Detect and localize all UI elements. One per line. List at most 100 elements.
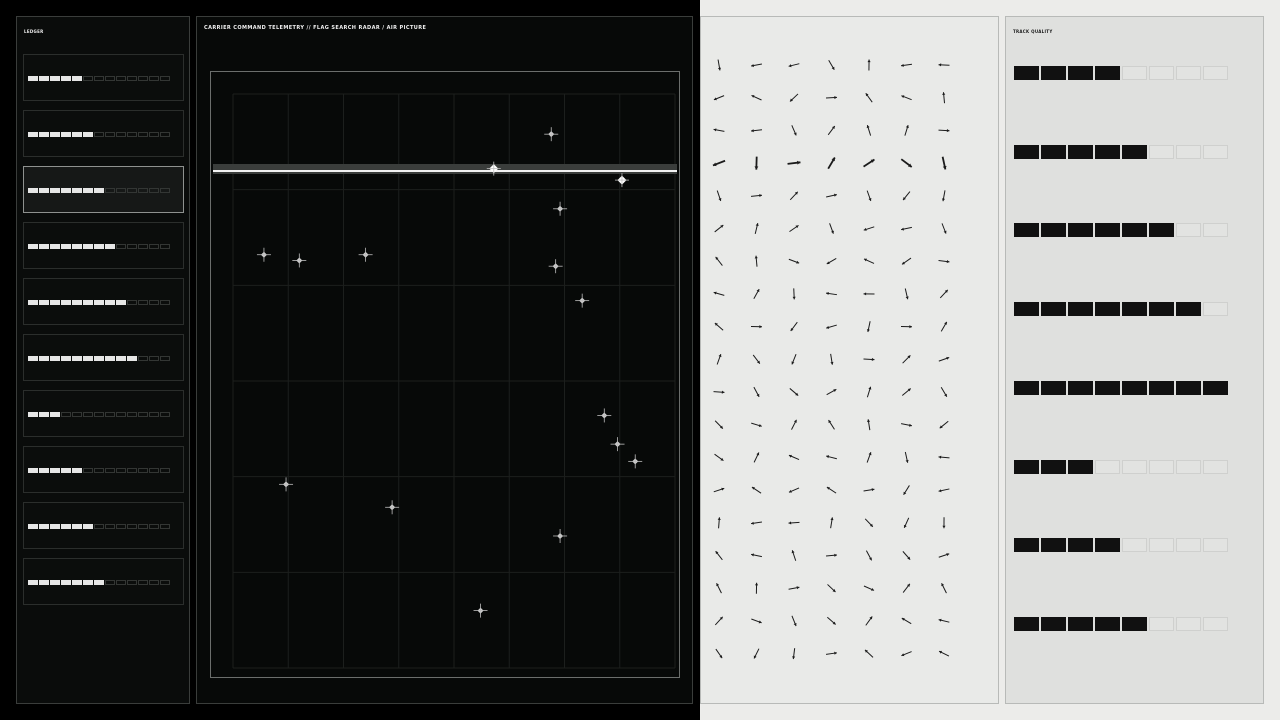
- ledger-card[interactable]: [23, 334, 184, 381]
- ledger-bar-segment: [50, 244, 60, 249]
- vector-arrow: [866, 124, 872, 136]
- vector-arrow: [791, 615, 797, 627]
- quality-cell: [1122, 144, 1147, 159]
- quality-row: [1013, 50, 1253, 90]
- ledger-bar-segment: [105, 76, 115, 81]
- quality-cell: [1041, 66, 1066, 80]
- quality-cell: [1176, 144, 1201, 159]
- ledger-card[interactable]: [23, 446, 184, 493]
- vector-arrow: [900, 158, 913, 168]
- arrow-head: [938, 455, 942, 459]
- radar-contact[interactable]: [548, 259, 563, 274]
- radar-contact[interactable]: [597, 408, 612, 423]
- ledger-bar-segment: [138, 580, 148, 585]
- ledger-card[interactable]: [23, 558, 184, 605]
- ledger-card[interactable]: [23, 502, 184, 549]
- radar-contact[interactable]: [614, 173, 629, 188]
- quality-cell: [1122, 302, 1147, 317]
- vector-arrow: [826, 486, 837, 494]
- ledger-bar-segment: [28, 188, 38, 193]
- vector-arrow: [863, 357, 875, 362]
- ledger-bar-segment: [28, 580, 38, 585]
- ledger-card-bars: [28, 412, 170, 417]
- arrow-head: [834, 95, 837, 100]
- ledger-bar-segment: [72, 468, 82, 473]
- ledger-bar-segment: [72, 580, 82, 585]
- ledger-card[interactable]: [23, 54, 184, 101]
- vector-arrow: [827, 616, 836, 625]
- ledger-card[interactable]: [23, 278, 184, 325]
- ledger-bar-segment: [39, 188, 49, 193]
- quality-cell: [1149, 66, 1174, 80]
- ledger-bar-segment: [138, 412, 148, 417]
- vector-arrow: [938, 455, 950, 459]
- vector-arrow: [790, 321, 798, 332]
- ledger-bar-segment: [116, 244, 126, 249]
- vector-arrow: [791, 125, 797, 136]
- vector-arrow: [828, 419, 835, 430]
- radar-contact[interactable]: [628, 454, 643, 469]
- ledger-bar-segment: [127, 244, 137, 249]
- quality-cell: [1014, 144, 1039, 159]
- vector-arrow: [791, 419, 797, 430]
- radar-contact[interactable]: [610, 437, 625, 452]
- ledger-bar-segment: [127, 76, 137, 81]
- ledger-card-bars: [28, 244, 170, 249]
- ledger-bar-segment: [61, 244, 71, 249]
- radar-contact[interactable]: [385, 500, 400, 515]
- vector-arrow: [789, 224, 799, 233]
- quality-cell: [1149, 538, 1174, 553]
- vector-arrow: [714, 322, 724, 331]
- ledger-bar-segment: [94, 188, 104, 193]
- ledger-bar-segment: [72, 188, 82, 193]
- ledger-bar-segment: [160, 188, 170, 193]
- ledger-bar-segment: [28, 300, 38, 305]
- vector-field-panel: [700, 16, 999, 704]
- radar-contact[interactable]: [256, 247, 271, 262]
- vector-arrow: [750, 193, 763, 198]
- ledger-bar-segment: [116, 188, 126, 193]
- radar-contact[interactable]: [575, 293, 590, 308]
- vector-arrow: [827, 157, 836, 170]
- vector-arrow: [714, 616, 724, 626]
- ledger-bar-segment: [39, 524, 49, 529]
- ledger-card[interactable]: [23, 222, 184, 269]
- quality-row: [1013, 365, 1253, 405]
- arrow-head: [754, 255, 758, 259]
- vector-arrow: [825, 651, 838, 655]
- arrow-head: [759, 325, 762, 329]
- radar-contact[interactable]: [358, 247, 373, 262]
- vector-arrow: [904, 288, 909, 300]
- vector-arrow: [754, 156, 759, 170]
- ledger-card[interactable]: [23, 390, 184, 437]
- vector-arrow: [901, 651, 912, 657]
- ledger-bar-segment: [138, 76, 148, 81]
- ledger-bar-segment: [61, 356, 71, 361]
- ledger-bar-segment: [39, 412, 49, 417]
- radar-contact[interactable]: [279, 477, 294, 492]
- vector-arrow: [901, 423, 912, 427]
- vector-arrow: [825, 95, 838, 100]
- radar-contact[interactable]: [473, 603, 488, 618]
- track-quality-panel: TRACK QUALITY: [1005, 16, 1264, 704]
- vector-arrow: [863, 226, 875, 231]
- quality-cell: [1041, 302, 1066, 317]
- vector-arrow: [751, 63, 762, 68]
- radar-scope[interactable]: [210, 71, 680, 678]
- ledger-card[interactable]: [23, 166, 184, 213]
- ledger-bar-segment: [28, 468, 38, 473]
- ledger-bar-segment: [61, 524, 71, 529]
- vector-arrow: [865, 92, 873, 103]
- ledger-bar-segment: [94, 524, 104, 529]
- ledger-card[interactable]: [23, 110, 184, 157]
- radar-contact[interactable]: [292, 253, 307, 268]
- vector-arrow: [866, 321, 871, 333]
- radar-contact[interactable]: [544, 127, 559, 142]
- quality-cell: [1176, 616, 1201, 631]
- ledger-bar-segment: [116, 468, 126, 473]
- vector-arrow: [827, 584, 836, 593]
- ledger-bar-segment: [94, 300, 104, 305]
- quality-cell: [1176, 380, 1201, 395]
- quality-cell: [1095, 144, 1120, 159]
- vector-arrow: [902, 355, 911, 364]
